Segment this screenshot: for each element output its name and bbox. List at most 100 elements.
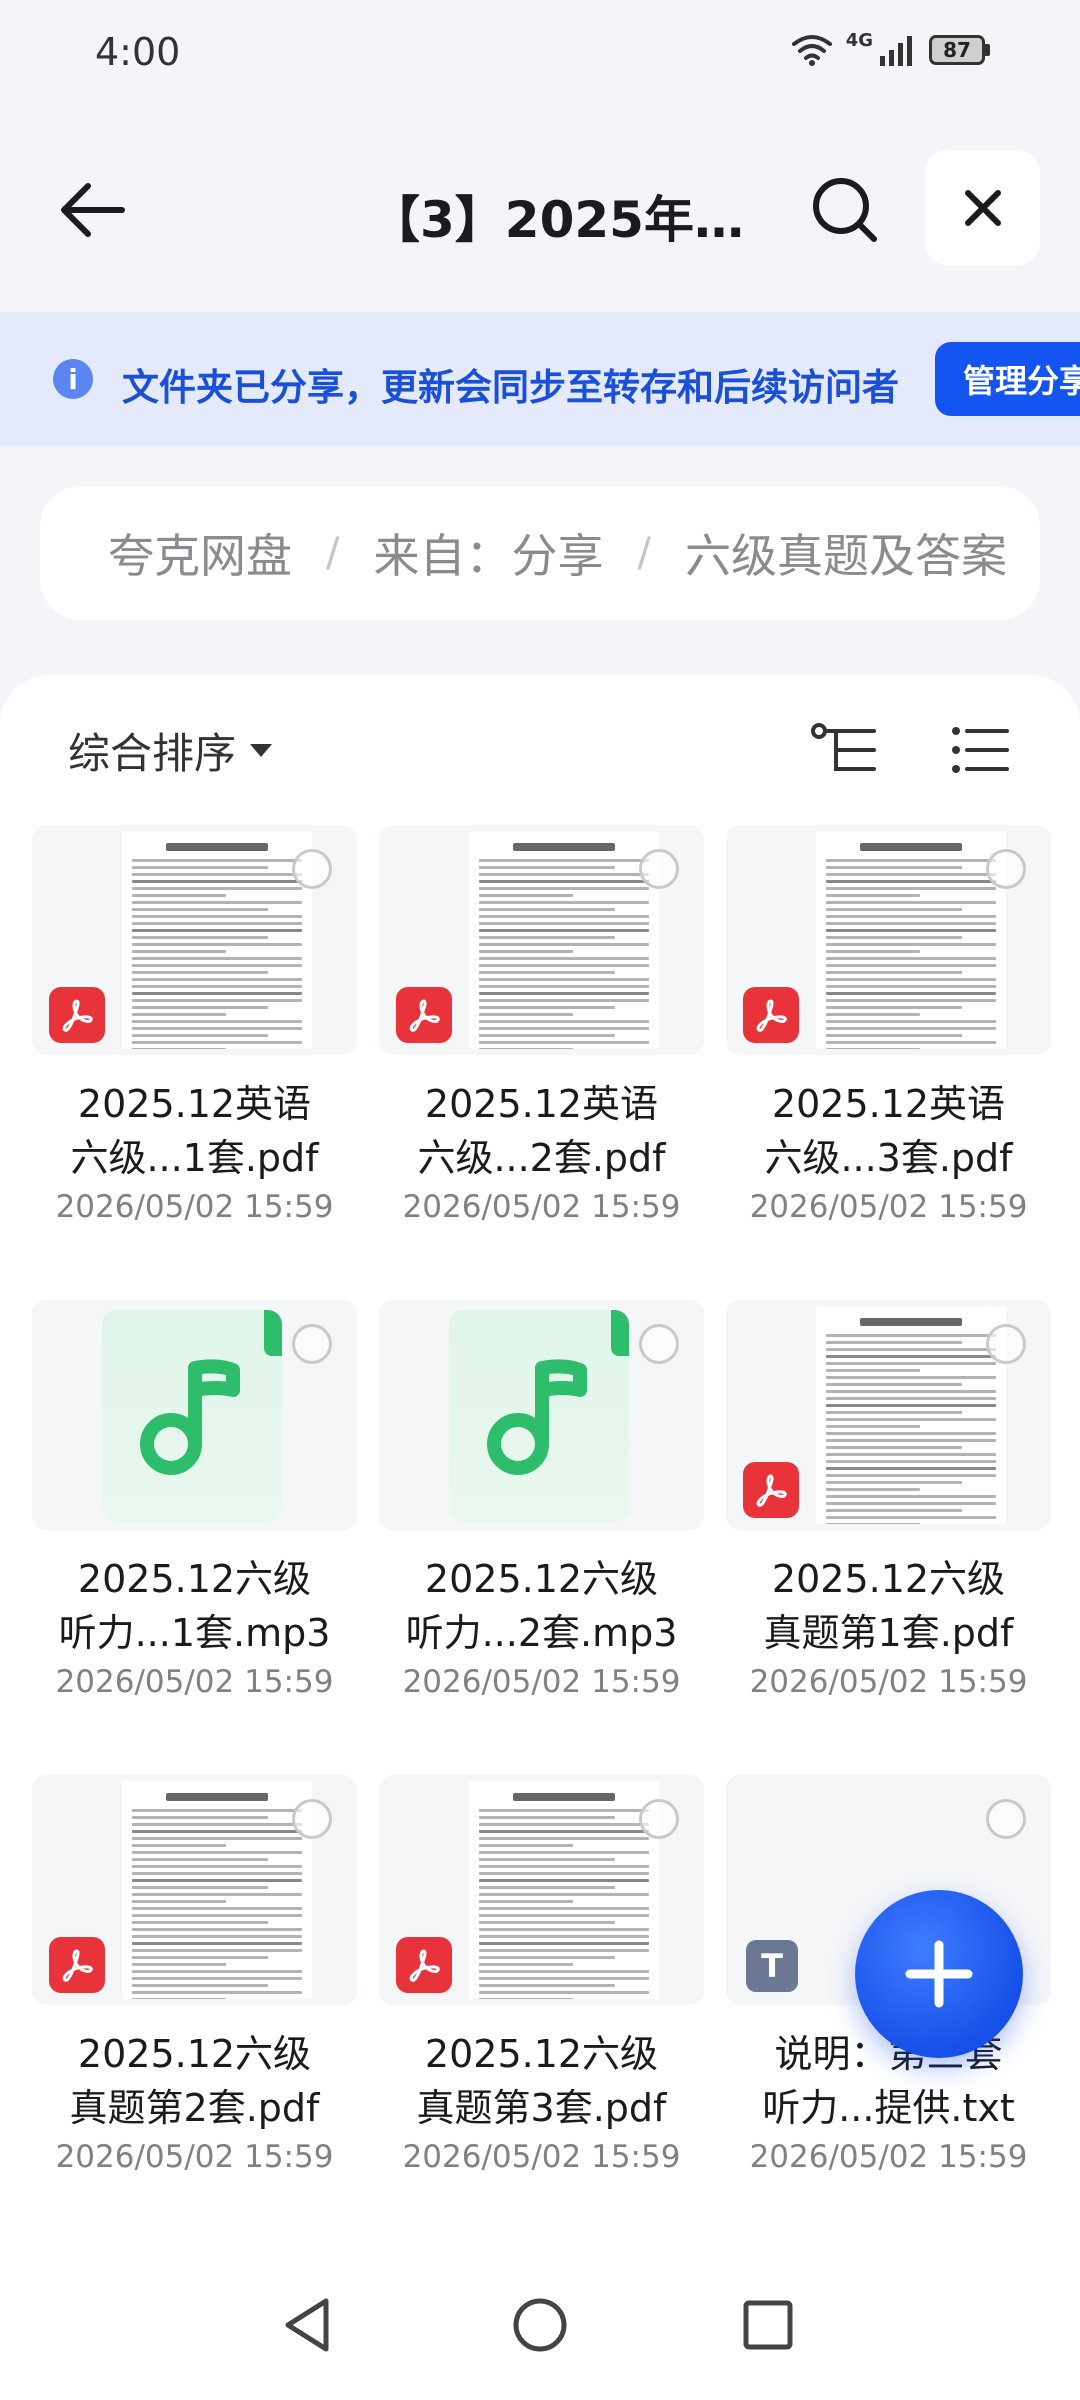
breadcrumb-item-root[interactable]: 夸克网盘 <box>108 520 292 586</box>
share-notice-text: 文件夹已分享，更新会同步至转存和后续访问者 <box>122 366 899 409</box>
file-thumbnail <box>32 825 357 1055</box>
search-button[interactable] <box>800 165 890 255</box>
audio-file-thumbnail <box>102 1310 282 1522</box>
file-name: 2025.12六级 听力...2套.mp3 <box>379 1552 704 1660</box>
file-name-line2: 真题第2套.pdf <box>69 2086 320 2130</box>
back-button[interactable] <box>48 165 138 255</box>
manage-share-button[interactable]: 管理分享 <box>935 342 1080 416</box>
file-name-line2: 六级...1套.pdf <box>70 1136 319 1180</box>
file-item[interactable]: 2025.12六级 听力...2套.mp3 2026/05/02 15:59 <box>379 1300 704 1700</box>
file-thumbnail <box>726 1300 1051 1530</box>
select-checkbox[interactable] <box>639 1324 679 1364</box>
file-thumbnail <box>379 1775 704 2005</box>
file-name: 2025.12六级 真题第2套.pdf <box>32 2027 357 2135</box>
sort-label: 综合排序 <box>68 729 237 778</box>
file-date: 2026/05/02 15:59 <box>402 1189 681 1225</box>
pdf-icon <box>743 1462 799 1518</box>
file-thumbnail <box>32 1775 357 2005</box>
share-banner: i 文件夹已分享，更新会同步至转存和后续访问者 管理分享 <box>0 312 1080 446</box>
file-date: 2026/05/02 15:59 <box>55 2139 334 2175</box>
select-checkbox[interactable] <box>639 1799 679 1839</box>
select-checkbox[interactable] <box>292 1324 332 1364</box>
file-name-line2: 听力...2套.mp3 <box>405 1611 678 1655</box>
breadcrumb-separator: / <box>637 530 651 576</box>
pdf-icon <box>49 987 105 1043</box>
file-name-line2: 六级...3套.pdf <box>764 1136 1013 1180</box>
file-item[interactable]: 2025.12六级 真题第3套.pdf 2026/05/02 15:59 <box>379 1775 704 2175</box>
file-name-line1: 2025.12六级 <box>771 1557 1006 1601</box>
close-icon <box>964 189 1001 226</box>
info-icon: i <box>53 359 93 399</box>
circle-home-icon <box>513 2298 567 2352</box>
pdf-icon <box>743 987 799 1043</box>
file-name: 说明：第三套 听力...提供.txt <box>726 2027 1051 2135</box>
add-button[interactable] <box>855 1890 1023 2058</box>
select-checkbox[interactable] <box>292 1799 332 1839</box>
file-date: 2026/05/02 15:59 <box>55 1189 334 1225</box>
close-button[interactable] <box>925 150 1040 265</box>
file-thumbnail <box>379 825 704 1055</box>
system-nav-bar <box>0 2245 1080 2400</box>
page-title: 【3】2025年12月大学英语六级真题及答案 <box>370 191 750 249</box>
file-date: 2026/05/02 15:59 <box>402 2139 681 2175</box>
wifi-icon <box>791 35 832 66</box>
list-view-icon <box>952 727 1009 773</box>
select-checkbox[interactable] <box>292 849 332 889</box>
battery-level: 87 <box>929 35 985 65</box>
sort-dropdown[interactable]: 综合排序 <box>68 720 273 781</box>
file-name: 2025.12英语 六级...2套.pdf <box>379 1077 704 1185</box>
select-checkbox[interactable] <box>639 849 679 889</box>
file-name: 2025.12六级 真题第1套.pdf <box>726 1552 1051 1660</box>
document-preview <box>469 1781 659 1999</box>
audio-file-thumbnail <box>449 1310 629 1522</box>
file-name-line1: 2025.12英语 <box>77 1082 312 1126</box>
plus-icon <box>905 1940 973 2008</box>
nav-home-button[interactable] <box>500 2285 580 2365</box>
search-icon <box>813 178 877 242</box>
file-item[interactable]: 2025.12六级 听力...1套.mp3 2026/05/02 15:59 <box>32 1300 357 1700</box>
file-item[interactable]: 2025.12六级 真题第1套.pdf 2026/05/02 15:59 <box>726 1300 1051 1700</box>
breadcrumb-separator: / <box>326 530 340 576</box>
file-item[interactable]: 2025.12六级 真题第2套.pdf 2026/05/02 15:59 <box>32 1775 357 2175</box>
pdf-icon <box>396 1937 452 1993</box>
file-thumbnail <box>726 825 1051 1055</box>
document-preview <box>122 1781 312 1999</box>
select-checkbox[interactable] <box>986 1799 1026 1839</box>
header: 【3】2025年12月大学英语六级真题及答案 <box>0 140 1080 280</box>
file-name-line2: 真题第1套.pdf <box>763 1611 1014 1655</box>
file-thumbnail <box>32 1300 357 1530</box>
pdf-icon <box>49 1937 105 1993</box>
file-date: 2026/05/02 15:59 <box>749 1189 1028 1225</box>
document-preview <box>469 831 659 1049</box>
file-date: 2026/05/02 15:59 <box>749 2139 1028 2175</box>
file-name-line1: 2025.12六级 <box>424 2032 659 2076</box>
file-name-line1: 2025.12六级 <box>77 1557 312 1601</box>
select-checkbox[interactable] <box>986 849 1026 889</box>
file-item[interactable]: 2025.12英语 六级...1套.pdf 2026/05/02 15:59 <box>32 825 357 1225</box>
nav-back-button[interactable] <box>268 2285 348 2365</box>
file-name-line2: 真题第3套.pdf <box>416 2086 667 2130</box>
document-preview <box>122 831 312 1049</box>
file-name: 2025.12英语 六级...1套.pdf <box>32 1077 357 1185</box>
breadcrumb: 夸克网盘 / 来自：分享 / 六级真题及答案 <box>40 486 1040 620</box>
file-thumbnail <box>379 1300 704 1530</box>
tree-view-button[interactable] <box>805 715 885 785</box>
pdf-icon <box>396 987 452 1043</box>
breadcrumb-item-folder[interactable]: 六级真题及答案 <box>685 520 1007 586</box>
status-time: 4:00 <box>95 30 181 74</box>
select-checkbox[interactable] <box>986 1324 1026 1364</box>
file-item[interactable]: 2025.12英语 六级...3套.pdf 2026/05/02 15:59 <box>726 825 1051 1225</box>
file-name-line1: 2025.12英语 <box>771 1082 1006 1126</box>
square-recents-icon <box>743 2300 793 2350</box>
list-view-button[interactable] <box>945 715 1015 785</box>
breadcrumb-item-share[interactable]: 来自：分享 <box>373 520 603 586</box>
file-name: 2025.12六级 真题第3套.pdf <box>379 2027 704 2135</box>
signal-icon <box>880 36 912 66</box>
text-file-icon: T <box>746 1940 798 1992</box>
file-date: 2026/05/02 15:59 <box>402 1664 681 1700</box>
nav-recents-button[interactable] <box>728 2285 808 2365</box>
status-icons: 4G 87 <box>791 30 990 66</box>
file-name: 2025.12英语 六级...3套.pdf <box>726 1077 1051 1185</box>
document-preview <box>816 1306 1006 1524</box>
file-item[interactable]: 2025.12英语 六级...2套.pdf 2026/05/02 15:59 <box>379 825 704 1225</box>
